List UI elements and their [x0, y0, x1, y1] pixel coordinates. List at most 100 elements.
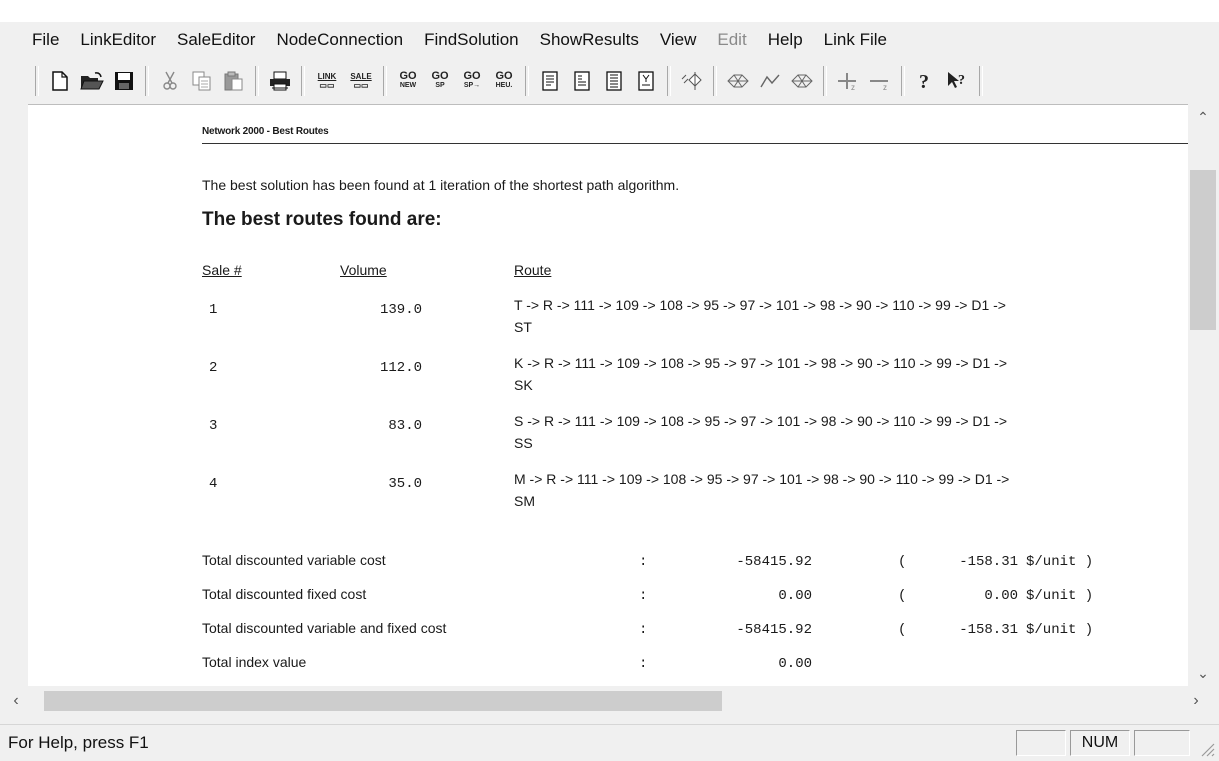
cost-colon: :	[639, 554, 648, 570]
zoom-out-button[interactable]: z	[866, 66, 894, 96]
go-sub-label: HEU.	[495, 82, 513, 89]
status-help-text: For Help, press F1	[8, 733, 149, 752]
vertical-scroll-thumb[interactable]	[1190, 170, 1216, 330]
sale-volume: 112.0	[379, 360, 422, 376]
go-sub-label: SP	[435, 82, 445, 89]
report-4-button[interactable]	[632, 66, 660, 96]
report-3-button[interactable]	[600, 66, 628, 96]
route-line: S -> R -> 111 -> 109 -> 108 -> 95 -> 97 …	[514, 413, 1008, 429]
go-sp-next-button[interactable]: GO SP→	[458, 66, 486, 96]
node-tool-button[interactable]	[678, 66, 706, 96]
go-sub-label: SP→	[463, 82, 481, 89]
cost-unit: $/unit )	[1026, 622, 1094, 638]
link-label: LINK	[317, 72, 337, 81]
svg-text:z: z	[851, 83, 855, 91]
scroll-down-arrow-icon[interactable]: ⌄	[1188, 660, 1218, 686]
network-tool-2-button[interactable]	[788, 66, 816, 96]
menu-sale-editor[interactable]: SaleEditor	[177, 30, 255, 50]
link-file-button[interactable]: LINK ▭▭	[312, 66, 342, 96]
go-heu-button[interactable]: GO HEU.	[490, 66, 518, 96]
sale-volume: 83.0	[388, 418, 422, 434]
pointer-help-icon: ?	[948, 72, 965, 88]
new-file-button[interactable]	[46, 66, 74, 96]
toolbar-separator	[823, 66, 827, 96]
route-column-header: Route	[514, 262, 552, 278]
report-2-button[interactable]	[568, 66, 596, 96]
scissors-icon	[163, 71, 177, 90]
vertical-scrollbar[interactable]: ⌃ ⌄	[1188, 104, 1218, 686]
sale-route: K -> R -> 111 -> 109 -> 108 -> 95 -> 97 …	[514, 352, 1188, 396]
copy-button[interactable]	[188, 66, 216, 96]
save-button[interactable]	[110, 66, 138, 96]
cost-value: -58415.92	[736, 554, 812, 570]
open-file-button[interactable]	[78, 66, 106, 96]
application-window: File LinkEditor SaleEditor NodeConnectio…	[0, 0, 1219, 761]
open-folder-icon	[80, 72, 104, 90]
sale-file-button[interactable]: SALE ▭▭	[346, 66, 376, 96]
status-panel-scroll	[1134, 730, 1190, 756]
cut-button[interactable]	[156, 66, 184, 96]
paste-button[interactable]	[220, 66, 248, 96]
menu-help[interactable]: Help	[768, 30, 803, 50]
svg-text:?: ?	[958, 73, 965, 88]
menu-show-results[interactable]: ShowResults	[540, 30, 639, 50]
toolbar-separator	[713, 66, 717, 96]
question-mark-icon: ?	[919, 71, 929, 92]
menu-link-file[interactable]: Link File	[824, 30, 887, 50]
print-button[interactable]	[266, 66, 294, 96]
menu-node-connection[interactable]: NodeConnection	[276, 30, 403, 50]
report-intro: The best solution has been found at 1 it…	[202, 177, 680, 193]
sale-route: M -> R -> 111 -> 109 -> 108 -> 95 -> 97 …	[514, 468, 1188, 512]
about-button[interactable]: ?	[912, 66, 940, 96]
path-tool-button[interactable]	[756, 66, 784, 96]
sale-volume: 35.0	[388, 476, 422, 492]
cost-label: Total index value	[202, 654, 307, 670]
network-tool-button[interactable]	[724, 66, 752, 96]
zoom-in-button[interactable]: z	[834, 66, 862, 96]
route-line: K -> R -> 111 -> 109 -> 108 -> 95 -> 97 …	[514, 355, 1008, 371]
menu-edit[interactable]: Edit	[717, 30, 746, 50]
cost-value: -58415.92	[736, 622, 812, 638]
report-1-button[interactable]	[536, 66, 564, 96]
menu-bar: File LinkEditor SaleEditor NodeConnectio…	[0, 22, 1219, 58]
toolbar-separator	[301, 66, 305, 96]
toolbar-separator	[35, 66, 39, 96]
cost-colon: :	[639, 656, 648, 672]
cost-value: 0.00	[778, 588, 812, 604]
clipboard-icon	[224, 71, 243, 91]
route-line: M -> R -> 111 -> 109 -> 108 -> 95 -> 97 …	[514, 471, 1010, 487]
file-grid-icon: ▭▭	[319, 81, 335, 90]
new-file-icon	[52, 71, 68, 91]
cost-open-paren: (	[898, 554, 907, 570]
file-grid-icon: ▭▭	[353, 81, 369, 90]
horizontal-scrollbar[interactable]: ‹ ›	[13, 686, 1218, 716]
toolbar: LINK ▭▭ SALE ▭▭ GO NEW GO SP GO SP→ GO HEU.	[30, 60, 1130, 102]
report-heading: The best routes found are:	[202, 209, 442, 230]
resize-grip-icon[interactable]	[1197, 739, 1215, 757]
cost-colon: :	[639, 588, 648, 604]
menu-link-editor[interactable]: LinkEditor	[80, 30, 156, 50]
scroll-up-arrow-icon[interactable]: ⌃	[1188, 104, 1218, 130]
menu-file[interactable]: File	[32, 30, 59, 50]
svg-text:z: z	[883, 83, 887, 91]
document-summary-icon	[638, 71, 654, 91]
go-new-button[interactable]: GO NEW	[394, 66, 422, 96]
scroll-left-arrow-icon[interactable]: ‹	[2, 686, 30, 716]
cost-label: Total discounted variable cost	[202, 552, 386, 568]
cost-per-unit: -158.31	[959, 622, 1018, 638]
menu-find-solution[interactable]: FindSolution	[424, 30, 519, 50]
go-sp-button[interactable]: GO SP	[426, 66, 454, 96]
route-line-continued: SS	[514, 435, 533, 451]
network-mesh-icon	[791, 74, 813, 88]
path-line-icon	[760, 74, 780, 88]
cost-label: Total discounted variable and fixed cost	[202, 620, 447, 636]
context-help-button[interactable]: ?	[944, 66, 972, 96]
toolbar-separator	[525, 66, 529, 96]
zoom-plus-icon: z	[838, 73, 856, 91]
report-view[interactable]: Network 2000 - Best Routes The best solu…	[28, 104, 1188, 687]
cost-open-paren: (	[898, 622, 907, 638]
scroll-right-arrow-icon[interactable]: ›	[1182, 686, 1210, 716]
volume-column-header: Volume	[340, 262, 387, 278]
menu-view[interactable]: View	[660, 30, 697, 50]
horizontal-scroll-thumb[interactable]	[44, 691, 722, 711]
